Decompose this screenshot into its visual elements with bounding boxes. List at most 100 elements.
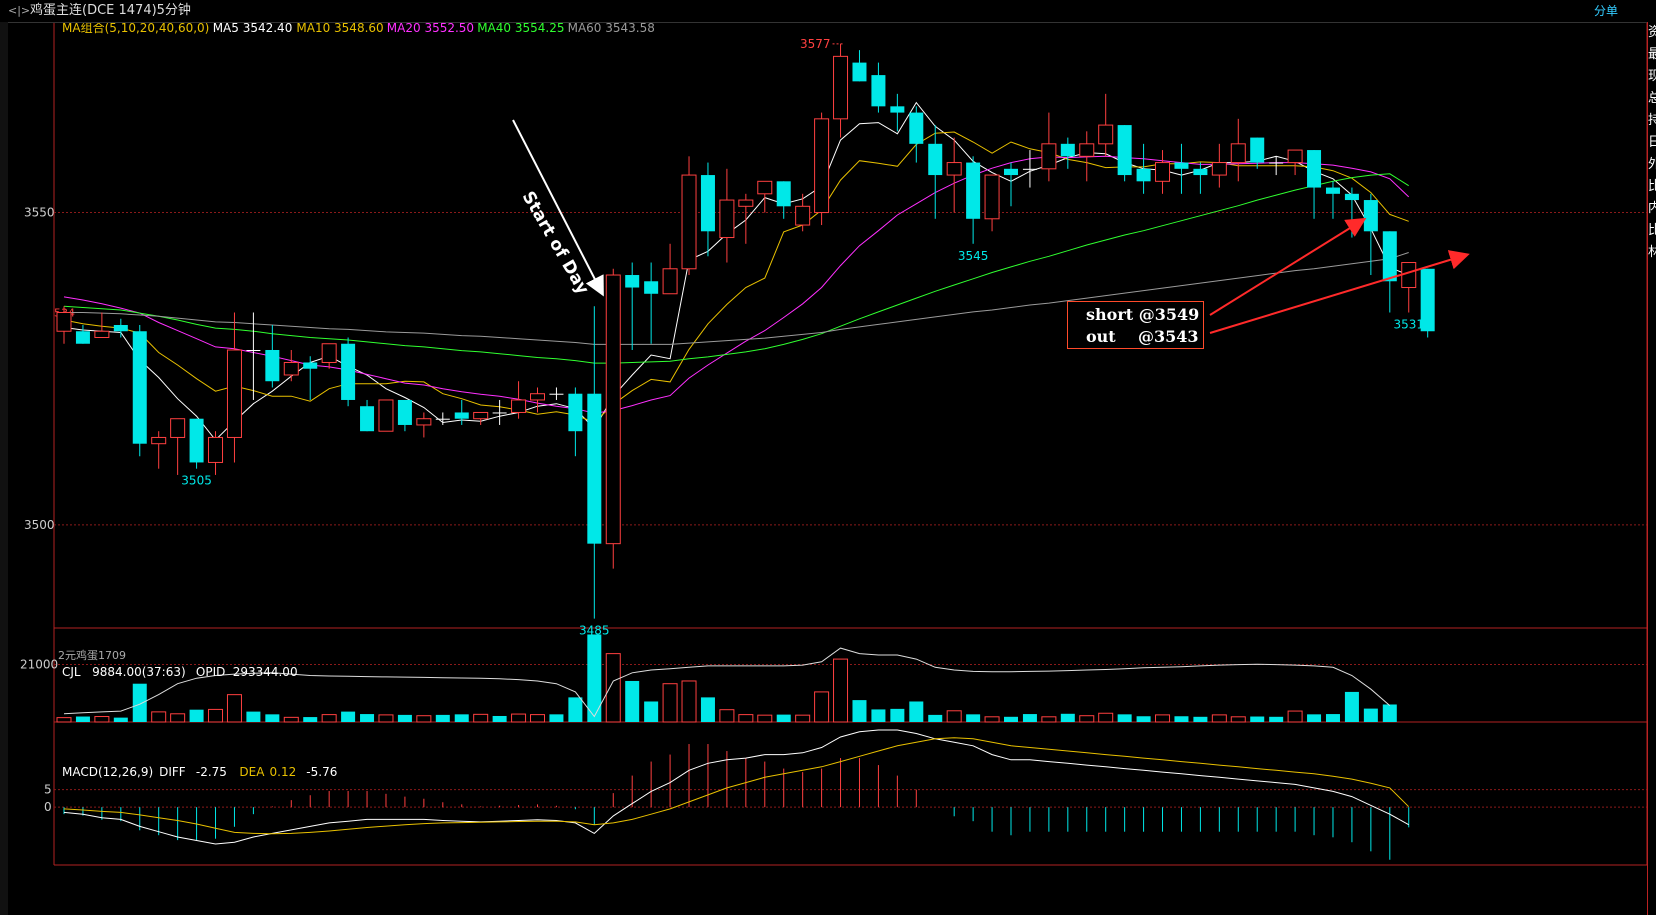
volume-bar[interactable] [833, 658, 849, 723]
volume-bar[interactable] [1004, 716, 1018, 722]
candle[interactable] [1307, 150, 1322, 219]
candle[interactable] [1363, 193, 1378, 276]
nav-arrows-icon[interactable]: <|> [8, 0, 30, 22]
volume-bar[interactable] [1098, 712, 1114, 723]
volume-bar[interactable] [1136, 716, 1151, 722]
order-icon[interactable]: 分单 [1594, 0, 1618, 22]
volume-bar[interactable] [170, 713, 186, 723]
volume-bar[interactable] [568, 697, 583, 722]
volume-bar[interactable] [1250, 716, 1265, 722]
volume-bar[interactable] [605, 653, 621, 723]
volume-bar[interactable] [625, 680, 640, 722]
candle[interactable] [1098, 93, 1114, 157]
candle[interactable] [151, 431, 167, 469]
candle[interactable] [303, 356, 318, 400]
candle[interactable] [795, 193, 811, 232]
candle[interactable] [1382, 231, 1397, 313]
volume-bar[interactable] [303, 717, 318, 722]
left-scroll-strip[interactable] [0, 22, 8, 915]
candle[interactable] [814, 112, 830, 226]
candle[interactable] [966, 156, 981, 244]
volume-bar[interactable] [776, 714, 791, 722]
candle[interactable] [625, 262, 640, 350]
volume-bar[interactable] [549, 714, 564, 722]
volume-bar[interactable] [1363, 708, 1378, 722]
candle[interactable] [1230, 118, 1246, 182]
candle[interactable] [909, 106, 924, 163]
volume-bar[interactable] [814, 691, 830, 723]
volume-bar[interactable] [662, 683, 678, 723]
volume-bar[interactable] [644, 701, 659, 722]
candle[interactable] [132, 325, 147, 457]
candle[interactable] [928, 125, 943, 219]
volume-bar[interactable] [1079, 715, 1095, 723]
candle[interactable] [700, 162, 715, 257]
volume-bar[interactable] [700, 697, 715, 722]
volume-bar[interactable] [435, 714, 450, 722]
candle[interactable] [321, 343, 337, 369]
candle[interactable] [587, 306, 602, 619]
volume-bar[interactable] [928, 714, 943, 722]
volume-bar[interactable] [1022, 714, 1037, 722]
volume-bar[interactable] [113, 717, 128, 722]
candle[interactable] [833, 43, 849, 138]
volume-bar[interactable] [360, 714, 375, 722]
candle[interactable] [492, 399, 507, 425]
candle[interactable] [719, 168, 735, 263]
volume-bar[interactable] [946, 710, 962, 723]
volume-bar[interactable] [1117, 714, 1132, 722]
candle[interactable] [170, 418, 186, 475]
candle[interactable] [568, 387, 583, 457]
volume-bar[interactable] [795, 714, 811, 723]
macd-panel[interactable] [63, 729, 1410, 860]
volume-bar[interactable] [1211, 714, 1227, 723]
candle[interactable] [1250, 137, 1265, 169]
candle[interactable] [1004, 162, 1018, 207]
volume-bar[interactable] [909, 701, 924, 722]
volume-bar[interactable] [473, 713, 489, 723]
candle[interactable] [208, 431, 224, 475]
volume-bar[interactable] [321, 714, 337, 723]
volume-bar[interactable] [890, 708, 905, 722]
volume-bar[interactable] [378, 714, 394, 723]
candle[interactable] [852, 50, 867, 82]
candle[interactable] [94, 312, 110, 338]
volume-bar[interactable] [738, 714, 754, 723]
candle[interactable] [1117, 125, 1132, 182]
volume-bar[interactable] [511, 713, 527, 723]
volume-bar[interactable] [681, 680, 697, 723]
volume-bar[interactable] [852, 700, 867, 722]
right-info-panel[interactable]: 资最现总持日外比内比林 [1647, 22, 1656, 915]
candle[interactable] [1022, 150, 1037, 188]
candle[interactable] [226, 312, 242, 463]
volume-bar[interactable] [1193, 716, 1208, 722]
volume-bar[interactable] [966, 714, 981, 722]
candle[interactable] [341, 337, 356, 407]
volume-bar[interactable] [226, 694, 242, 723]
volume-bar[interactable] [132, 683, 147, 722]
candle[interactable] [549, 387, 564, 400]
candle[interactable] [283, 349, 299, 382]
candle[interactable] [113, 318, 128, 338]
volume-bar[interactable] [283, 716, 299, 723]
volume-bar[interactable] [871, 709, 886, 722]
volume-bar[interactable] [454, 714, 469, 722]
volume-bar[interactable] [208, 708, 224, 723]
candle[interactable] [378, 399, 394, 432]
volume-bar[interactable] [1230, 716, 1246, 723]
candle[interactable] [681, 156, 697, 276]
candle[interactable] [1211, 143, 1227, 188]
candles[interactable] [56, 43, 1435, 619]
candle[interactable] [776, 181, 791, 219]
candle[interactable] [1155, 150, 1171, 194]
candle[interactable] [1041, 112, 1057, 182]
volume-bar[interactable] [587, 634, 602, 722]
volume-bar[interactable] [246, 711, 261, 722]
candle[interactable] [189, 418, 204, 469]
volume-bar[interactable] [341, 711, 356, 722]
candle[interactable] [75, 325, 90, 344]
volume-bar[interactable] [1382, 704, 1397, 722]
candle[interactable] [738, 193, 754, 244]
volume-bar[interactable] [530, 714, 545, 723]
candle[interactable] [397, 399, 412, 432]
